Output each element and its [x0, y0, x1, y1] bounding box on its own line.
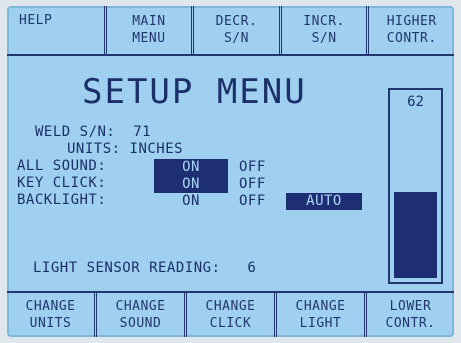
incr-sn-softkey[interactable]: INCR. S/N — [278, 6, 367, 54]
weld-sn-label: WELD S/N: — [35, 124, 116, 140]
top-softkey-bar: HELP MAIN MENU DECR. S/N INCR. S/N HIGHE… — [7, 6, 454, 56]
softkey-line2: S/N — [311, 31, 337, 46]
softkey-line2: CLICK — [209, 316, 252, 331]
device-bezel: HELP MAIN MENU DECR. S/N INCR. S/N HIGHE… — [0, 0, 461, 343]
softkey-line2: S/N — [223, 31, 249, 46]
softkey-line1: CHANGE — [115, 299, 166, 314]
weld-sn-value: 71 — [133, 124, 152, 140]
softkey-line2: CONTR. — [386, 31, 437, 46]
softkey-line1: CHANGE — [25, 299, 76, 314]
softkey-line1: MAIN — [132, 14, 166, 29]
change-light-softkey[interactable]: CHANGE LIGHT — [274, 293, 364, 337]
change-units-softkey[interactable]: CHANGE UNITS — [7, 293, 94, 337]
backlight-label: BACKLIGHT: — [17, 192, 107, 208]
softkey-line2: SOUND — [119, 316, 162, 331]
lower-contrast-softkey[interactable]: LOWER CONTR. — [364, 293, 454, 337]
help-softkey[interactable]: HELP — [7, 6, 104, 54]
softkey-line2: CONTR. — [385, 316, 436, 331]
key-click-off-option[interactable]: OFF — [239, 176, 269, 193]
units-value: INCHES — [129, 141, 184, 157]
units-row: UNITS: INCHES — [67, 141, 183, 157]
backlight-on-option[interactable]: ON — [154, 193, 228, 210]
change-sound-softkey[interactable]: CHANGE SOUND — [94, 293, 184, 337]
all-sound-on-option[interactable]: ON — [154, 159, 228, 176]
main-menu-softkey[interactable]: MAIN MENU — [103, 6, 192, 54]
light-sensor-value: 6 — [247, 260, 257, 276]
softkey-line1: INCR. — [303, 14, 345, 29]
all-sound-label: ALL SOUND: — [17, 158, 107, 174]
backlight-auto-option[interactable]: AUTO — [286, 193, 362, 210]
change-click-softkey[interactable]: CHANGE CLICK — [184, 293, 274, 337]
softkey-line1: CHANGE — [295, 299, 346, 314]
page-title: SETUP MENU — [82, 72, 307, 112]
softkey-line1: DECR. — [215, 14, 258, 29]
contrast-gauge: 62 — [388, 88, 443, 284]
decr-sn-softkey[interactable]: DECR. S/N — [191, 6, 279, 54]
light-sensor-row: LIGHT SENSOR READING: 6 — [33, 260, 256, 276]
contrast-level-bar — [394, 192, 437, 278]
key-click-on-option[interactable]: ON — [154, 176, 228, 193]
weld-sn-row: WELD S/N: 71 — [35, 124, 151, 140]
help-softkey-label: HELP — [19, 13, 53, 28]
units-label: UNITS: — [67, 141, 121, 157]
softkey-line1: HIGHER — [386, 14, 437, 29]
softkey-line1: CHANGE — [205, 299, 256, 314]
light-sensor-label: LIGHT SENSOR READING: — [33, 260, 221, 276]
all-sound-off-option[interactable]: OFF — [239, 159, 269, 176]
softkey-line2: UNITS — [29, 316, 72, 331]
key-click-label: KEY CLICK: — [17, 175, 107, 191]
bottom-softkey-bar: CHANGE UNITS CHANGE SOUND CHANGE CLICK C… — [7, 291, 454, 337]
higher-contrast-softkey[interactable]: HIGHER CONTR. — [366, 6, 454, 54]
backlight-off-option[interactable]: OFF — [239, 193, 269, 210]
contrast-value: 62 — [407, 94, 424, 110]
softkey-line1: LOWER — [389, 299, 432, 314]
softkey-line2: MENU — [132, 31, 166, 46]
softkey-line2: LIGHT — [299, 316, 342, 331]
lcd-screen: HELP MAIN MENU DECR. S/N INCR. S/N HIGHE… — [7, 6, 454, 337]
